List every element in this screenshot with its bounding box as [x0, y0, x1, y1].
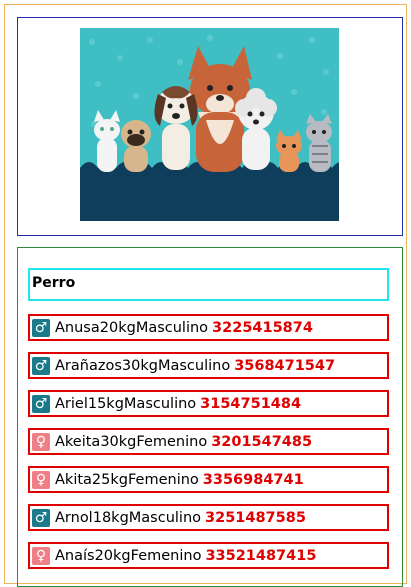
pet-weight: 15kg: [87, 395, 124, 412]
owner-phone[interactable]: 3225415874: [212, 320, 313, 336]
owner-phone[interactable]: 3251487585: [205, 510, 306, 526]
pet-name: Akita: [55, 471, 92, 488]
pet-sex: Femenino: [130, 547, 202, 564]
pet-name: Ariel: [55, 395, 88, 412]
pet-sex: Femenino: [136, 433, 208, 450]
list-item[interactable]: ♂ Anusa 20kg Masculino 3225415874: [28, 314, 389, 341]
pet-sex: Masculino: [135, 319, 209, 336]
male-icon: ♂: [32, 356, 50, 375]
pet-name: Akeita: [55, 433, 101, 450]
list-item[interactable]: ♂ Ariel 15kg Masculino 3154751484: [28, 390, 389, 417]
pet-weight: 30kg: [121, 357, 158, 374]
pet-sex: Masculino: [123, 395, 197, 412]
pet-weight: 18kg: [92, 509, 129, 526]
pet-name: Arnol: [55, 509, 93, 526]
male-icon: ♂: [32, 508, 50, 527]
list-item[interactable]: ♀ Anaís 20kg Femenino 33521487415: [28, 542, 389, 569]
owner-phone[interactable]: 3201547485: [211, 434, 312, 450]
category-header: Perro: [28, 268, 389, 301]
list-item[interactable]: ♀ Akeita 30kg Femenino 3201547485: [28, 428, 389, 455]
pet-weight: 25kg: [91, 471, 128, 488]
pet-name: Anusa: [55, 319, 100, 336]
list-item[interactable]: ♀ Akita 25kg Femenino 3356984741: [28, 466, 389, 493]
owner-phone[interactable]: 3568471547: [234, 358, 335, 374]
female-icon: ♀: [32, 546, 50, 565]
list-item[interactable]: ♂ Arañazos 30kg Masculino 3568471547: [28, 352, 389, 379]
female-icon: ♀: [32, 432, 50, 451]
owner-phone[interactable]: 3154751484: [200, 396, 301, 412]
owner-phone[interactable]: 33521487415: [205, 548, 316, 564]
pets-illustration: [80, 28, 339, 221]
list-item[interactable]: ♂ Arnol 18kg Masculino 3251487585: [28, 504, 389, 531]
female-icon: ♀: [32, 470, 50, 489]
pet-sex: Masculino: [157, 357, 231, 374]
pet-name: Anaís: [55, 547, 95, 564]
pet-name: Arañazos: [55, 357, 122, 374]
pet-sex: Masculino: [128, 509, 202, 526]
male-icon: ♂: [32, 318, 50, 337]
owner-phone[interactable]: 3356984741: [203, 472, 304, 488]
pet-weight: 20kg: [94, 547, 131, 564]
pet-weight: 30kg: [100, 433, 137, 450]
pet-weight: 20kg: [99, 319, 136, 336]
pet-sex: Femenino: [127, 471, 199, 488]
male-icon: ♂: [32, 394, 50, 413]
